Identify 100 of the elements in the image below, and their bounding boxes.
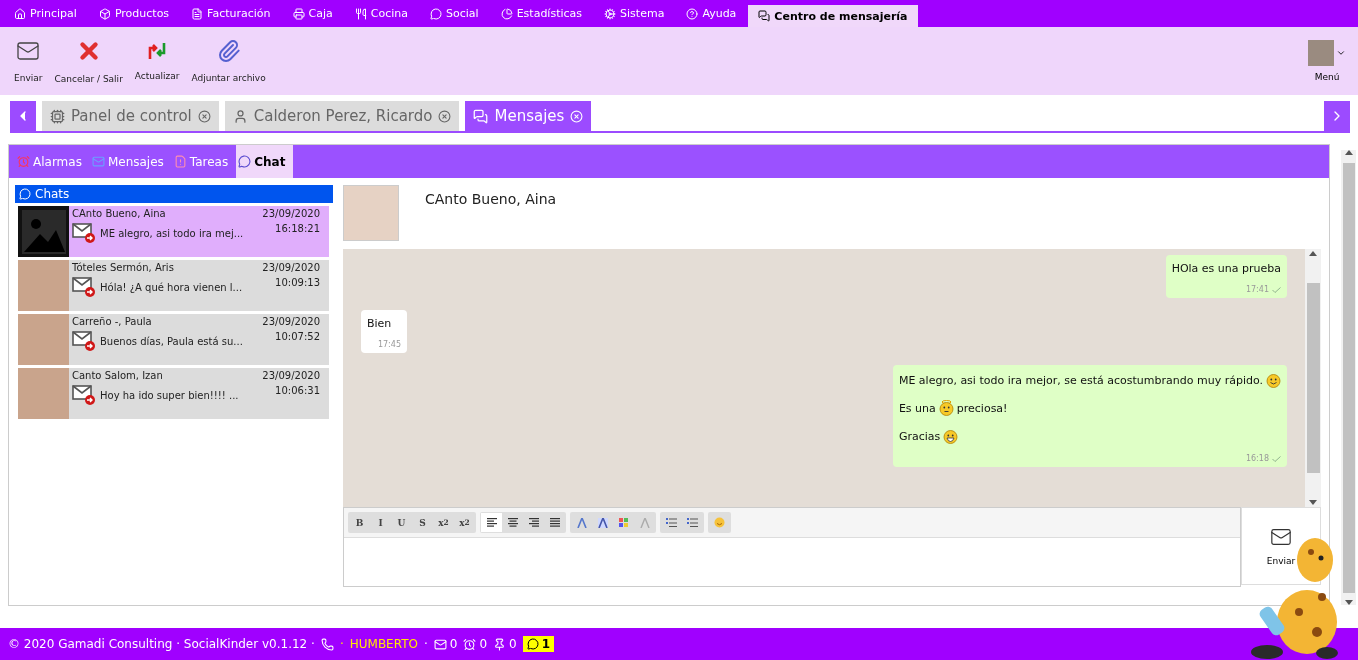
envelope-icon [433, 637, 447, 651]
menu-icon [604, 7, 617, 20]
format-button[interactable]: U [391, 513, 412, 532]
chat-row[interactable]: Canto Salom, Izan Hoy ha ido super bien!!!! ... 23/09/2020 10:06:31 [18, 368, 329, 419]
align-justify-icon [548, 517, 561, 528]
message-time: 17:45 [377, 340, 401, 349]
menu-icon [14, 7, 26, 20]
contact-name: CAnto Bueno, Aina [425, 191, 557, 207]
mail-count: 0 [449, 637, 458, 651]
document-tab[interactable]: Mensajes [465, 101, 592, 131]
message-preview: Hóla! ¿A qué hora vienen l... [100, 281, 243, 293]
numbered-list-icon [687, 518, 698, 527]
document-tab[interactable]: Calderon Perez, Ricardo [224, 101, 460, 131]
menu-tab[interactable]: Social [420, 0, 489, 27]
contact-name: Carreño -, Paula [72, 316, 153, 327]
scrollbar[interactable] [1305, 249, 1321, 507]
align-button[interactable] [481, 513, 502, 532]
pin-icon [493, 637, 507, 651]
chat-row[interactable]: CAnto Bueno, Aina ME alegro, asi todo ira mej... 23/09/2020 16:18:21 [18, 206, 329, 257]
menu-icon [191, 7, 204, 20]
menu-tab[interactable]: Facturación [181, 0, 281, 27]
close-icon[interactable] [197, 109, 211, 123]
chat-bubble-icon [19, 188, 31, 200]
toolbar-button[interactable]: Adjuntar archivo [185, 35, 272, 87]
message-date: 23/09/2020 [262, 316, 320, 327]
menu-tab[interactable]: Caja [282, 0, 343, 27]
message-text: ME alegro, asi todo ira mejor, se está acostumbrando muy rápido. [898, 373, 1263, 387]
paperclip-icon [216, 39, 241, 63]
menu-tab[interactable]: Productos [88, 0, 180, 27]
menu-tab[interactable]: Principal [4, 0, 87, 27]
separator: · [423, 637, 428, 651]
up-arrow-icon [1309, 251, 1317, 256]
contact-name: Canto Salom, Izan [72, 370, 164, 381]
letter-a-icon [576, 517, 587, 528]
message-date: 23/09/2020 [262, 262, 320, 273]
align-center-icon [506, 517, 519, 528]
format-button[interactable]: S [412, 513, 433, 532]
chat-row[interactable]: Carreño -, Paula Buenos días, Paula está su... 23/09/2020 10:07:52 [18, 314, 329, 365]
scroll-right-button[interactable] [1324, 101, 1350, 131]
section-tab[interactable]: Chat [236, 145, 294, 178]
format-button[interactable]: B [349, 513, 370, 532]
copyright-text: © 2020 Gamadi Consulting · SocialKinder v0.1.12 · [8, 637, 315, 651]
message-time: 16:18 [1245, 454, 1269, 463]
message-text: preciosa! [956, 401, 1008, 415]
envelope-icon [16, 39, 41, 63]
message-time: 16:18:21 [275, 223, 320, 234]
section-tab[interactable]: Alarmas [15, 145, 90, 178]
user-name: HUMBERTO [349, 637, 418, 651]
menu-icon [354, 7, 367, 20]
photo-placeholder [1308, 40, 1334, 66]
chat-bubble-icon [526, 638, 539, 650]
menu-tab[interactable]: Estadísticas [490, 0, 593, 27]
message-preview: Hoy ha ido super bien!!!! ... [100, 389, 239, 401]
down-arrow-icon [1309, 500, 1317, 505]
list-icon [666, 518, 677, 527]
contact-name: CAnto Bueno, Aina [72, 208, 167, 219]
chat-bubble-icon [238, 155, 252, 168]
chevron-down-icon [1336, 48, 1346, 58]
alarm-count: 0 [479, 637, 488, 651]
menu-icon [686, 7, 699, 20]
document-tab[interactable]: Panel de control [42, 101, 219, 131]
menu-tab[interactable]: Cocina [344, 0, 419, 27]
toolbar-button[interactable]: Cancelar / Salir [48, 34, 129, 88]
alarm-icon [17, 155, 30, 168]
toolbar-button[interactable]: Actualizar [128, 37, 186, 85]
align-right-icon [527, 517, 540, 528]
smiley-icon [714, 517, 725, 528]
phone-icon [320, 637, 334, 651]
section-tab[interactable]: Mensajes [89, 145, 172, 178]
toolbar-button[interactable]: Enviar [8, 35, 49, 87]
message-time: 17:41 [1245, 285, 1269, 294]
message-date: 23/09/2020 [262, 208, 320, 219]
section-tab[interactable]: Tareas [171, 145, 237, 178]
page-scrollbar[interactable] [1341, 150, 1356, 605]
outgoing-mail-icon [72, 277, 96, 297]
document-icon [173, 155, 187, 168]
message-time: 10:06:31 [275, 385, 320, 396]
photo-placeholder [343, 185, 399, 241]
scroll-left-button[interactable] [10, 101, 36, 131]
chat-row[interactable]: Tóteles Sermón, Aris Hóla! ¿A qué hora vienen l... 23/09/2020 10:09:13 [18, 260, 329, 311]
menu-tab[interactable]: Centro de mensajería [748, 5, 918, 27]
message-time: 10:09:13 [275, 277, 320, 288]
envelope-icon [1270, 526, 1292, 548]
alarm-icon [463, 637, 477, 651]
format-button[interactable]: I [370, 513, 391, 532]
message-text: HOla es una prueba [1171, 262, 1281, 275]
pin-count: 0 [509, 637, 517, 651]
message-text: Es una [898, 401, 936, 415]
menu-icon [292, 7, 305, 20]
menu-icon [500, 7, 513, 20]
menu-icon [758, 10, 771, 22]
menu-icon [98, 7, 111, 20]
chat-count-badge[interactable]: 1 [522, 636, 555, 652]
menu-tab[interactable]: Sistema [594, 0, 675, 27]
message-time: 10:07:52 [275, 331, 320, 342]
outgoing-mail-icon [72, 331, 96, 351]
messages-icon [473, 108, 489, 124]
user-menu-button[interactable]: Menú [1308, 40, 1346, 82]
close-icon[interactable] [438, 109, 452, 123]
menu-tab[interactable]: Ayuda [676, 0, 747, 27]
